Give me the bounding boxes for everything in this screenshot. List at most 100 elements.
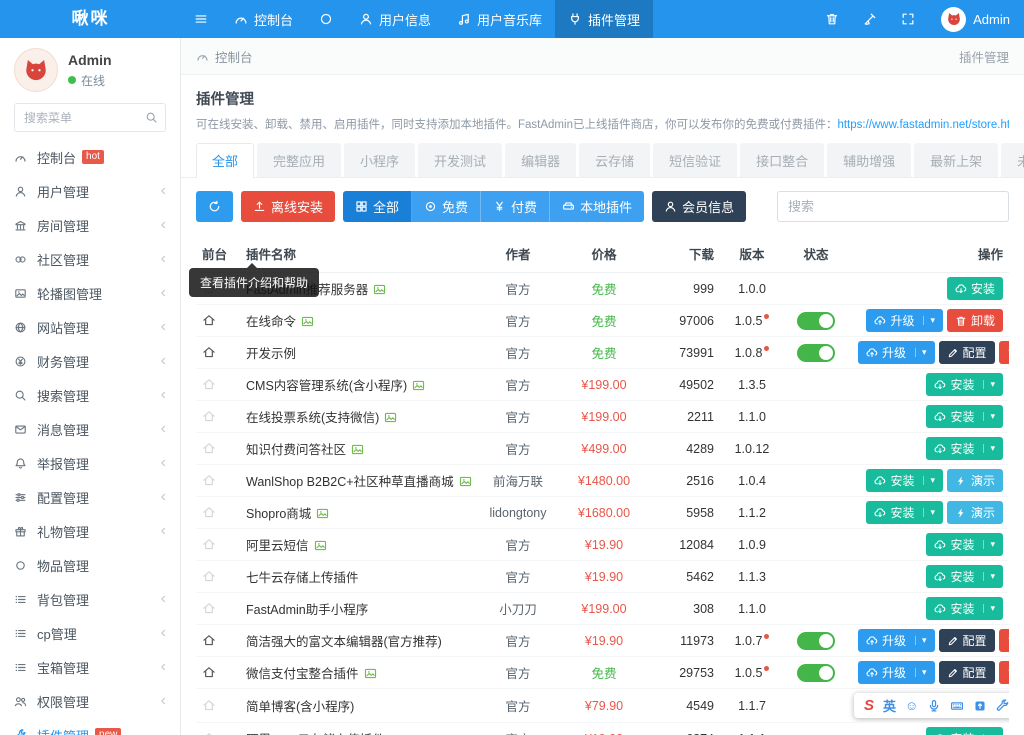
- sidebar-item-财务管理[interactable]: 财务管理‹: [0, 344, 180, 378]
- mic-icon[interactable]: [927, 699, 941, 713]
- upgrade-button[interactable]: 升级▾: [858, 341, 935, 364]
- nav-item-插件管理[interactable]: 插件管理: [555, 0, 653, 38]
- plugin-name[interactable]: 微信支付宝整合插件: [246, 667, 359, 681]
- demo-button[interactable]: 演示: [947, 469, 1003, 492]
- tab-完整应用[interactable]: 完整应用: [257, 143, 341, 177]
- sidebar-item-cp管理[interactable]: cp管理‹: [0, 616, 180, 650]
- plugin-name[interactable]: CMS内容管理系统(含小程序): [246, 379, 407, 393]
- sidebar-item-配置管理[interactable]: 配置管理‹: [0, 480, 180, 514]
- tab-小程序[interactable]: 小程序: [344, 143, 415, 177]
- config-button[interactable]: 配置: [939, 341, 995, 364]
- fullscreen-button[interactable]: [889, 0, 927, 38]
- install-button[interactable]: 安装: [947, 277, 1003, 300]
- install-button[interactable]: 安装▾: [866, 469, 943, 492]
- tab-未归类[interactable]: 未归类: [1001, 143, 1024, 177]
- uninstall-button[interactable]: 卸载: [999, 341, 1009, 364]
- plugin-name[interactable]: 开发示例: [246, 347, 296, 361]
- plugin-name[interactable]: 七牛云存储上传插件: [246, 571, 359, 585]
- sidebar-toggle-button[interactable]: [181, 0, 221, 38]
- sidebar-item-轮播图管理[interactable]: 轮播图管理‹: [0, 276, 180, 310]
- tab-短信验证[interactable]: 短信验证: [653, 143, 737, 177]
- nav-item-控制台[interactable]: 控制台: [221, 0, 306, 38]
- plugin-name[interactable]: FastAdmin助手小程序: [246, 603, 368, 617]
- tab-最新上架[interactable]: 最新上架: [914, 143, 998, 177]
- plugin-name[interactable]: 在线命令: [246, 315, 296, 329]
- sogou-logo-icon[interactable]: S: [864, 697, 874, 714]
- sidebar-item-宝箱管理[interactable]: 宝箱管理‹: [0, 650, 180, 684]
- plugin-name[interactable]: 知识付费问答社区: [246, 443, 346, 457]
- upgrade-button[interactable]: 升级▾: [866, 309, 943, 332]
- table-search-input[interactable]: [777, 191, 1009, 222]
- member-info-button[interactable]: 会员信息: [652, 191, 746, 222]
- plugin-name[interactable]: WanlShop B2B2C+社区种草直播商城: [246, 475, 454, 489]
- sidebar-item-网站管理[interactable]: 网站管理‹: [0, 310, 180, 344]
- config-button[interactable]: 配置: [939, 629, 995, 652]
- install-button[interactable]: 安装▾: [926, 437, 1003, 460]
- sidebar-item-搜索管理[interactable]: 搜索管理‹: [0, 378, 180, 412]
- breadcrumb-left[interactable]: 控制台: [215, 47, 253, 66]
- plugin-name[interactable]: 在线投票系统(支持微信): [246, 411, 379, 425]
- install-button[interactable]: 安装▾: [866, 501, 943, 524]
- plugin-name[interactable]: 简单博客(含小程序): [246, 700, 354, 714]
- tab-接口整合[interactable]: 接口整合: [740, 143, 824, 177]
- install-button[interactable]: 安装▾: [926, 597, 1003, 620]
- nav-item-用户音乐库[interactable]: 用户音乐库: [444, 0, 555, 38]
- status-toggle[interactable]: [797, 632, 835, 650]
- sidebar-item-社区管理[interactable]: 社区管理‹: [0, 242, 180, 276]
- tab-全部[interactable]: 全部: [196, 143, 254, 178]
- offline-install-button[interactable]: 离线安装: [241, 191, 335, 222]
- sidebar-item-控制台[interactable]: 控制台hot: [0, 140, 180, 174]
- sidebar-item-消息管理[interactable]: 消息管理‹: [0, 412, 180, 446]
- uninstall-button[interactable]: 卸载: [947, 309, 1003, 332]
- filter-免费[interactable]: 免费: [412, 191, 481, 222]
- status-toggle[interactable]: [797, 664, 835, 682]
- install-button[interactable]: 安装▾: [926, 373, 1003, 396]
- clean-cache-button[interactable]: [851, 0, 889, 38]
- sidebar-item-权限管理[interactable]: 权限管理‹: [0, 684, 180, 718]
- square-icon[interactable]: [973, 699, 987, 713]
- demo-button[interactable]: 演示: [947, 501, 1003, 524]
- wrench-icon[interactable]: [996, 699, 1009, 713]
- filter-全部[interactable]: 全部: [343, 191, 412, 222]
- install-button[interactable]: 安装▾: [926, 533, 1003, 556]
- filter-本地插件[interactable]: 本地插件: [550, 191, 644, 222]
- sidebar-item-房间管理[interactable]: 房间管理‹: [0, 208, 180, 242]
- install-button[interactable]: 安装▾: [926, 727, 1003, 735]
- nav-item-circle[interactable]: [306, 0, 346, 38]
- sidebar-item-礼物管理[interactable]: 礼物管理‹: [0, 514, 180, 548]
- sidebar-item-插件管理[interactable]: 插件管理new: [0, 718, 180, 735]
- keyboard-icon[interactable]: [950, 699, 964, 713]
- brand-logo[interactable]: 啾咪: [0, 0, 181, 38]
- status-toggle[interactable]: [797, 344, 835, 362]
- store-link[interactable]: https://www.fastadmin.net/store.html: [837, 119, 1009, 131]
- ime-toolbar[interactable]: S英 ☺: [854, 693, 1009, 718]
- filter-付费[interactable]: 付费: [481, 191, 550, 222]
- smiley-icon[interactable]: ☺: [905, 698, 918, 713]
- plugin-name[interactable]: 阿里云短信: [246, 539, 309, 553]
- plugin-name[interactable]: 简洁强大的富文本编辑器(官方推荐): [246, 635, 442, 649]
- sidebar-item-物品管理[interactable]: 物品管理: [0, 548, 180, 582]
- trash-button[interactable]: [813, 0, 851, 38]
- tab-辅助增强[interactable]: 辅助增强: [827, 143, 911, 177]
- table-row: 知识付费问答社区 官方 ¥499.00 4289 1.0.12 安装▾: [196, 433, 1009, 465]
- tab-编辑器[interactable]: 编辑器: [505, 143, 576, 177]
- uninstall-button[interactable]: 卸载: [999, 661, 1009, 684]
- sidebar-item-用户管理[interactable]: 用户管理‹: [0, 174, 180, 208]
- plugin-name[interactable]: Shopro商城: [246, 507, 311, 521]
- config-button[interactable]: 配置: [939, 661, 995, 684]
- user-menu[interactable]: Admin: [927, 0, 1024, 38]
- ime-lang-toggle[interactable]: 英: [883, 696, 896, 715]
- install-button[interactable]: 安装▾: [926, 565, 1003, 588]
- upgrade-button[interactable]: 升级▾: [858, 629, 935, 652]
- sidebar-item-举报管理[interactable]: 举报管理‹: [0, 446, 180, 480]
- menu-search-input[interactable]: [14, 103, 166, 132]
- tab-云存储[interactable]: 云存储: [579, 143, 650, 177]
- tab-开发测试[interactable]: 开发测试: [418, 143, 502, 177]
- install-button[interactable]: 安装▾: [926, 405, 1003, 428]
- upgrade-button[interactable]: 升级▾: [858, 661, 935, 684]
- refresh-button[interactable]: [196, 191, 233, 222]
- status-toggle[interactable]: [797, 312, 835, 330]
- sidebar-item-背包管理[interactable]: 背包管理‹: [0, 582, 180, 616]
- uninstall-button[interactable]: 卸载: [999, 629, 1009, 652]
- nav-item-用户信息[interactable]: 用户信息: [346, 0, 444, 38]
